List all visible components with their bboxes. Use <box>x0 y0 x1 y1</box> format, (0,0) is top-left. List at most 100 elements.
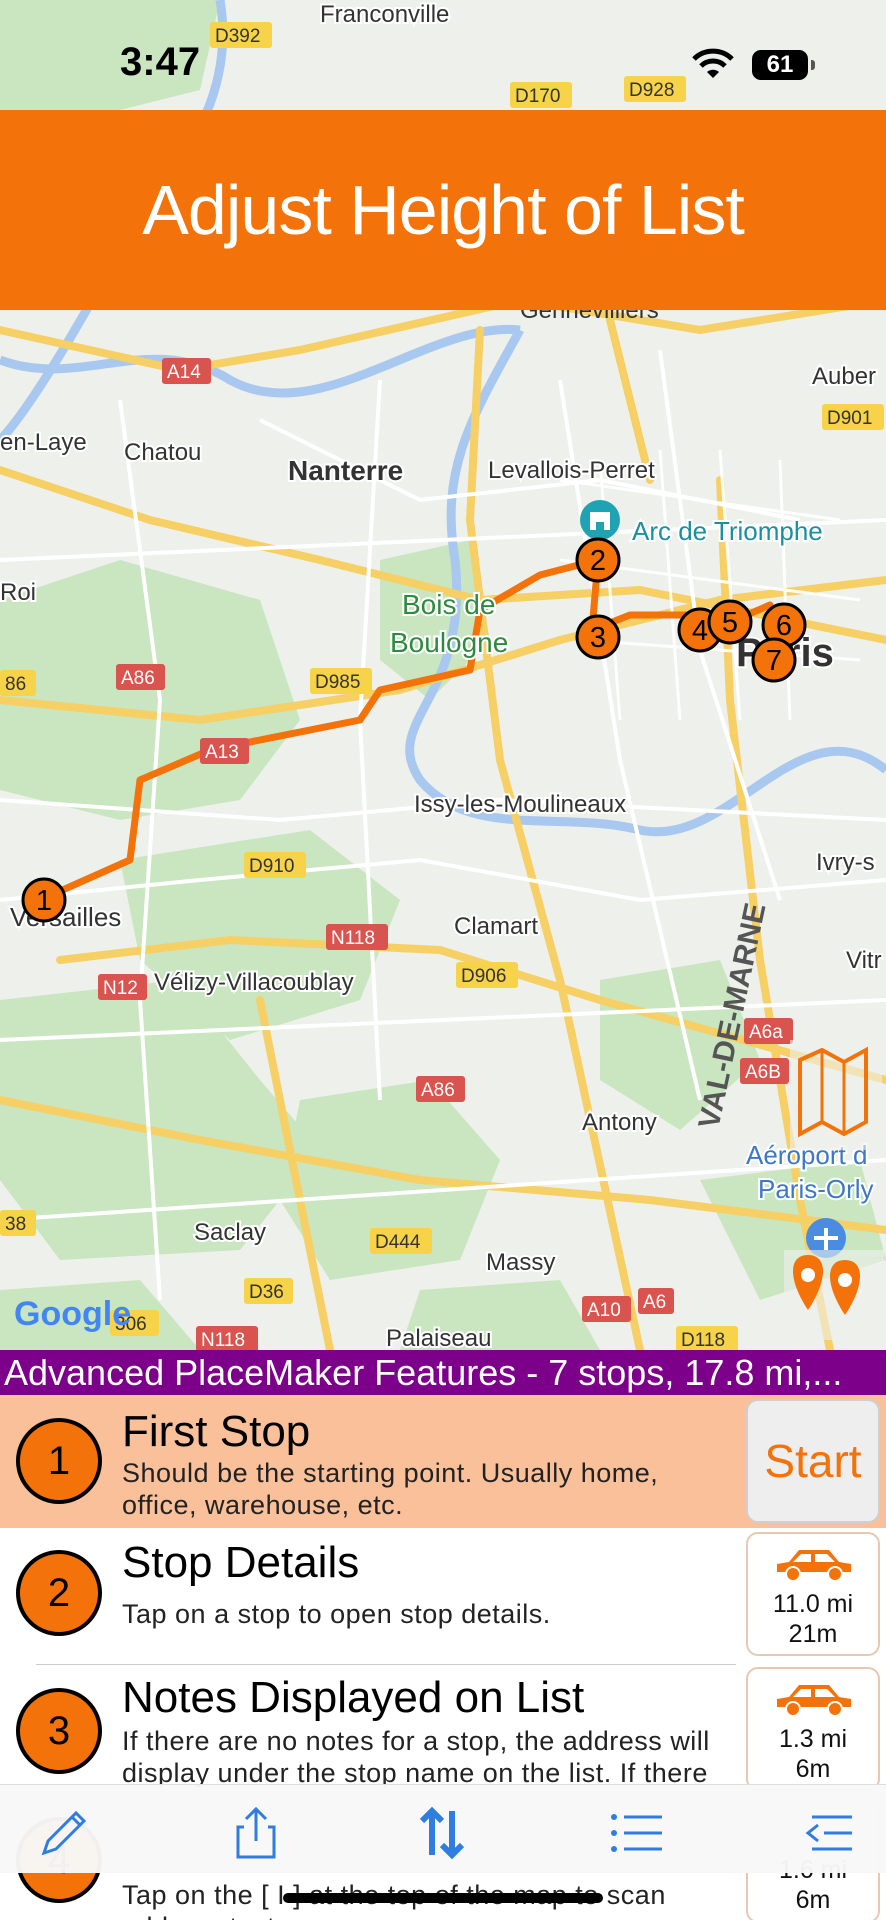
leg-distance: 11.0 mi <box>772 1590 854 1618</box>
svg-text:A86: A86 <box>121 668 155 689</box>
stop-title: Notes Displayed on List <box>122 1673 585 1722</box>
status-bar: 3:47 61 <box>0 0 886 110</box>
place-label: Palaiseau <box>386 1325 491 1350</box>
road-shield: 38 <box>0 1210 36 1236</box>
road-shield: A86 <box>416 1076 465 1102</box>
stop-description: Should be the starting point. Usually ho… <box>122 1458 659 1520</box>
road-shield: N12 <box>98 974 147 1000</box>
svg-text:D985: D985 <box>315 672 360 693</box>
stop-marker[interactable]: 7 <box>751 637 797 683</box>
route-summary-header[interactable]: Advanced PlaceMaker Features - 7 stops, … <box>0 1350 886 1395</box>
list-icon[interactable] <box>606 1803 666 1863</box>
stop-marker[interactable]: 1 <box>21 877 67 923</box>
stop-title: First Stop <box>122 1407 311 1456</box>
battery-indicator: 61 <box>752 50 815 80</box>
stop-number-badge: 2 <box>16 1550 102 1636</box>
place-label: Vélizy-Villacoublay <box>154 969 354 996</box>
list-item[interactable]: 2 Stop Details Tap on a stop to open sto… <box>0 1528 886 1660</box>
road-shield: A13 <box>200 738 249 764</box>
road-shield: A6a <box>744 1018 793 1044</box>
place-label: Arc de Triomphe <box>632 516 823 546</box>
leg-info[interactable]: 11.0 mi 21m <box>746 1532 880 1656</box>
place-label: Issy-les-Moulineaux <box>414 791 626 818</box>
road-shield: D444 <box>370 1228 432 1254</box>
place-label: Antony <box>582 1109 657 1136</box>
road-shield: D36 <box>244 1278 293 1304</box>
road-shield: A6 <box>638 1288 674 1314</box>
svg-text:A6B: A6B <box>745 1062 781 1083</box>
map-type-icon[interactable] <box>790 1040 882 1150</box>
stop-description: If there are no notes for a stop, the ad… <box>122 1726 710 1788</box>
road-shield: A6B <box>740 1058 789 1084</box>
leg-distance: 1.3 mi <box>778 1725 848 1753</box>
collapse-icon[interactable] <box>802 1803 862 1863</box>
place-label: Roi <box>0 579 36 606</box>
leg-time: 6m <box>795 1755 831 1783</box>
svg-text:A13: A13 <box>205 742 239 763</box>
svg-text:6: 6 <box>776 610 792 642</box>
stop-marker[interactable]: 3 <box>575 614 621 660</box>
road-shield: A86 <box>116 664 165 690</box>
show-pins-icon[interactable] <box>784 1250 884 1340</box>
car-icon <box>777 1685 851 1717</box>
stop-title: Stop Details <box>122 1538 360 1587</box>
wifi-icon <box>692 48 734 78</box>
road-shield: D985 <box>310 668 372 694</box>
svg-text:1: 1 <box>36 885 52 917</box>
svg-text:A14: A14 <box>167 362 201 383</box>
svg-text:86: 86 <box>5 674 26 695</box>
svg-text:A86: A86 <box>421 1080 455 1101</box>
road-shield: N118 <box>196 1326 258 1350</box>
stop-marker[interactable]: 2 <box>575 537 621 583</box>
leg-info[interactable]: 1.3 mi 6m <box>746 1667 880 1791</box>
google-logo: Google <box>14 1295 131 1333</box>
car-icon <box>777 1550 851 1582</box>
svg-text:38: 38 <box>5 1214 26 1235</box>
place-label: en-Laye <box>0 429 87 456</box>
share-icon[interactable] <box>226 1803 286 1863</box>
leg-time: 6m <box>795 1886 831 1914</box>
road-shield: D901 <box>822 404 884 430</box>
place-label: Auber <box>812 363 876 390</box>
reorder-icon[interactable] <box>412 1803 472 1863</box>
svg-text:4: 4 <box>692 615 708 647</box>
svg-text:D118: D118 <box>681 1330 725 1350</box>
place-label: Levallois-Perret <box>488 457 655 484</box>
stop-number-badge: 1 <box>16 1418 102 1504</box>
home-indicator <box>283 1893 603 1903</box>
road-shield: A10 <box>582 1296 631 1322</box>
road-shield: D910 <box>244 852 306 878</box>
svg-text:D910: D910 <box>249 856 294 877</box>
place-label: Vitr <box>846 947 882 974</box>
list-item[interactable]: 1 First Stop Should be the starting poin… <box>0 1395 886 1528</box>
banner-title: Adjust Height of List <box>142 171 745 249</box>
start-button[interactable]: Start <box>746 1399 880 1523</box>
pencil-icon[interactable] <box>34 1803 94 1863</box>
place-label: Nanterre <box>288 455 403 486</box>
place-label: Paris-Orly <box>758 1174 874 1204</box>
svg-text:7: 7 <box>766 645 782 677</box>
overlay-banner: Adjust Height of List <box>0 110 886 310</box>
svg-text:D444: D444 <box>375 1232 421 1253</box>
place-label: Ivry-s <box>816 849 875 876</box>
place-label: Bois de <box>402 589 495 620</box>
svg-text:D906: D906 <box>461 966 506 987</box>
road-shield: N118 <box>326 924 388 950</box>
status-time: 3:47 <box>120 40 201 84</box>
svg-text:5: 5 <box>722 607 738 639</box>
svg-text:D36: D36 <box>249 1282 284 1303</box>
place-label: Chatou <box>124 439 201 466</box>
start-button-label: Start <box>764 1435 862 1487</box>
place-label: Saclay <box>194 1219 266 1246</box>
stop-marker[interactable]: 5 <box>707 599 753 645</box>
list-item[interactable]: 3 Notes Displayed on List If there are n… <box>0 1665 886 1795</box>
road-shield: D906 <box>456 962 518 988</box>
bottom-toolbar <box>0 1784 886 1873</box>
svg-text:3: 3 <box>590 622 606 654</box>
stop-description: Tap on a stop to open stop details. <box>122 1599 551 1629</box>
road-shield: A14 <box>162 358 211 384</box>
place-label: Boulogne <box>390 627 508 658</box>
svg-text:2: 2 <box>590 545 606 577</box>
place-label: Massy <box>486 1249 555 1276</box>
road-shield: D118 <box>676 1326 738 1350</box>
